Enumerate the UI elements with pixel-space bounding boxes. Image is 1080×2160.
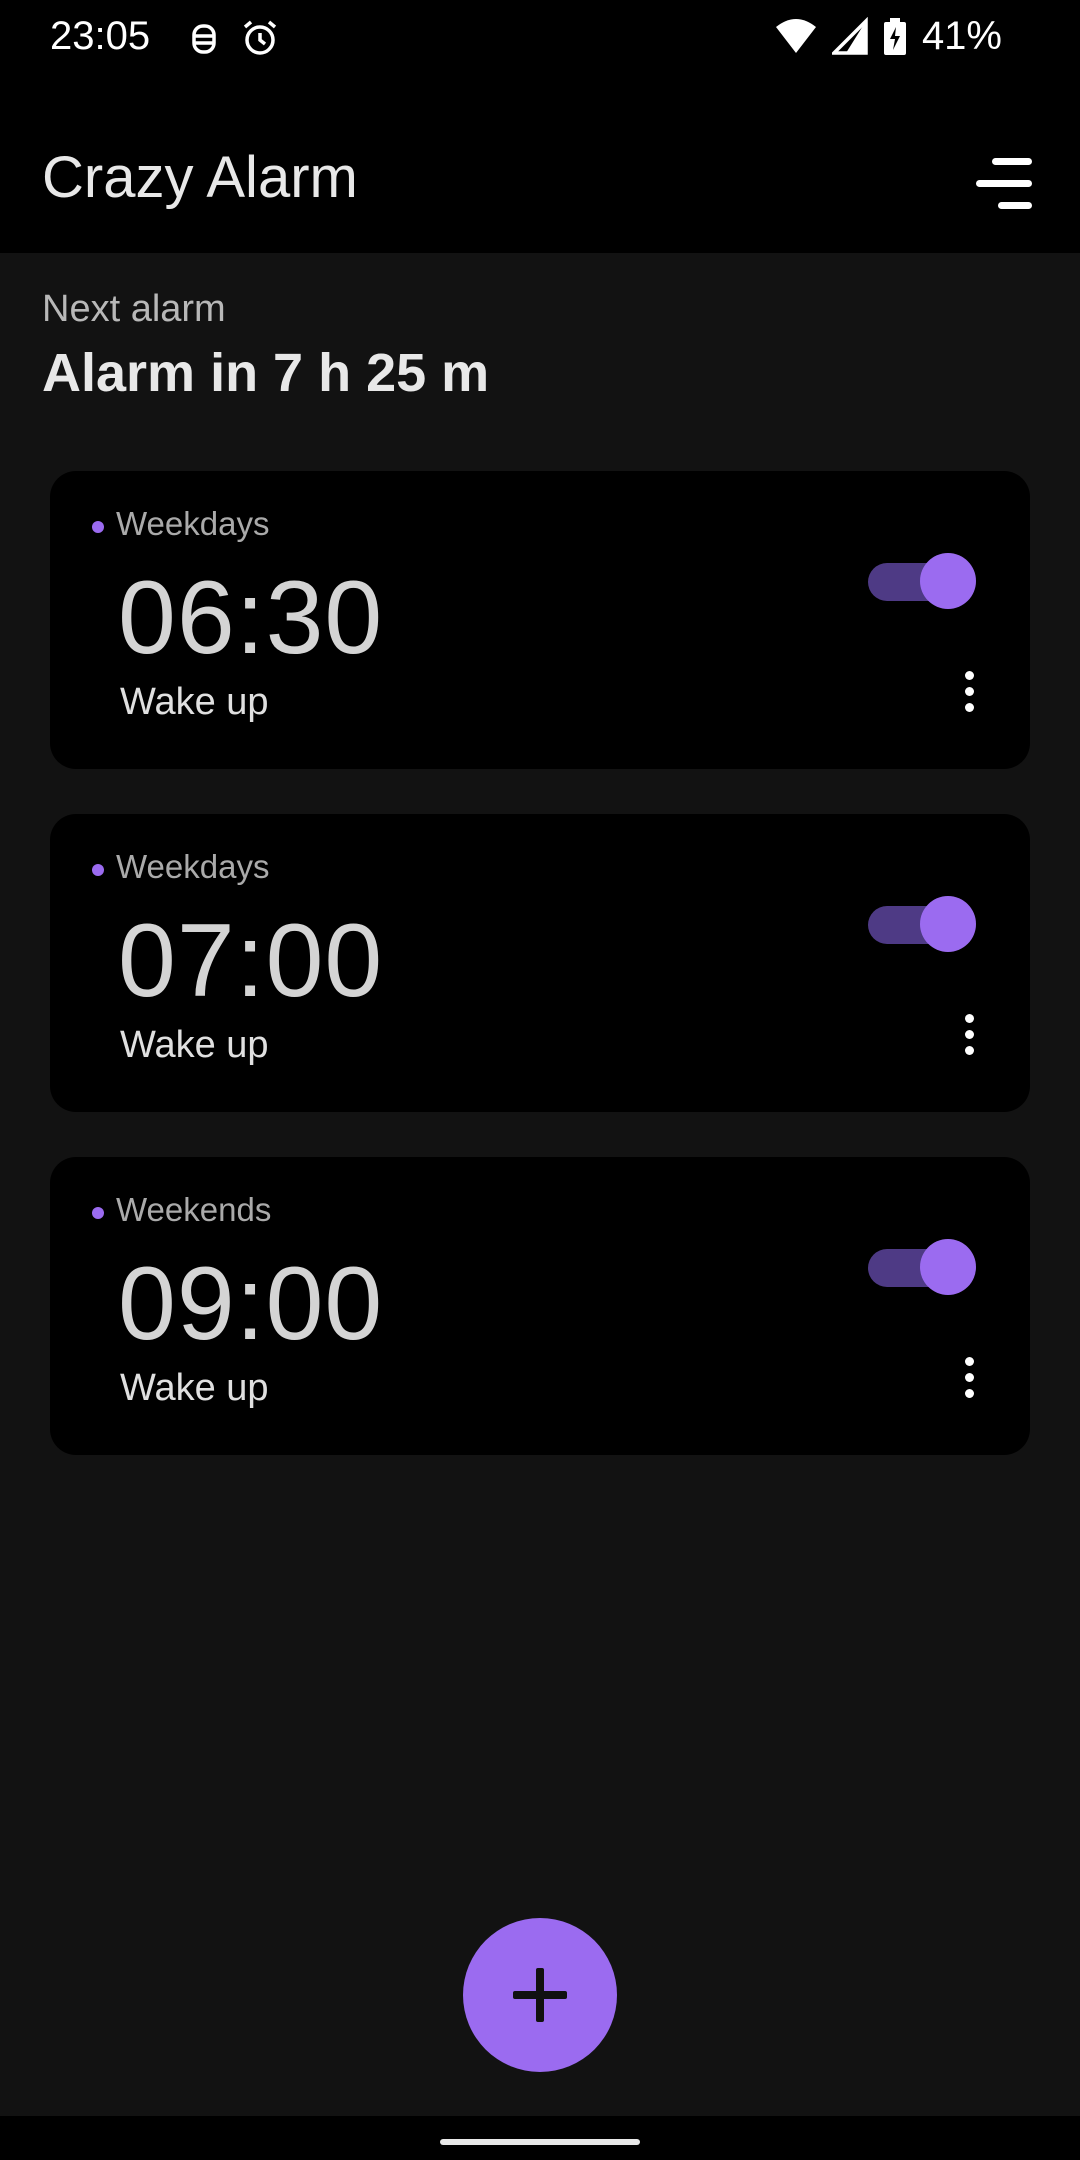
more-vert-icon-dot [965,1046,974,1055]
alarm-toggle[interactable] [862,551,978,611]
sort-menu-icon [992,158,1032,165]
alarm-label: Wake up [120,681,269,723]
more-vert-icon-dot [965,687,974,696]
sort-menu-icon-line-3 [998,202,1032,209]
alarm-time[interactable]: 07:00 [118,902,383,1021]
alarm-label: Wake up [120,1367,269,1409]
alarm-days: Weekdays [116,505,270,542]
next-alarm-value: Alarm in 7 h 25 m [42,343,490,403]
plus-icon-vertical [536,1968,544,2022]
cell-signal-icon [831,16,868,55]
status-bar: 23:05 41% [0,0,1080,78]
more-options-button[interactable] [950,1010,990,1060]
navigation-bar [0,2116,1080,2160]
alarm-card[interactable]: Weekends 09:00 Wake up [50,1157,1030,1455]
alarm-label: Wake up [120,1024,269,1066]
toggle-thumb [920,896,976,952]
more-options-button[interactable] [950,1353,990,1403]
alarm-toggle[interactable] [862,894,978,954]
toggle-thumb [920,1239,976,1295]
days-dot [92,1207,104,1219]
add-alarm-button[interactable] [463,1918,617,2072]
more-vert-icon-dot [965,1389,974,1398]
gesture-handle[interactable] [440,2139,640,2145]
battery-charging-icon [883,17,906,55]
app-title: Crazy Alarm [42,145,358,210]
alarm-time[interactable]: 06:30 [118,559,383,678]
more-vert-icon [965,671,974,680]
more-options-button[interactable] [950,667,990,717]
more-vert-icon [965,1014,974,1023]
toggle-thumb [920,553,976,609]
bug-icon [192,24,216,54]
alarm-clock-icon [243,20,277,55]
more-vert-icon-dot [965,1030,974,1039]
alarm-days: Weekdays [116,848,270,885]
more-vert-icon-dot [965,1373,974,1382]
wifi-icon [775,18,816,53]
alarm-time[interactable]: 09:00 [118,1245,383,1364]
sort-menu-button[interactable] [968,148,1040,220]
battery-percent: 41% [921,14,1002,58]
alarm-card[interactable]: Weekdays 07:00 Wake up [50,814,1030,1112]
more-vert-icon [965,1357,974,1366]
next-alarm-label: Next alarm [42,288,226,330]
more-vert-icon-dot [965,703,974,712]
status-right-cluster: 41% [774,14,1002,59]
days-dot [92,521,104,533]
days-dot [92,864,104,876]
status-time: 23:05 [50,14,151,58]
app-bar: Crazy Alarm [0,78,1080,253]
alarm-card[interactable]: Weekdays 06:30 Wake up [50,471,1030,769]
alarm-toggle[interactable] [862,1237,978,1297]
alarm-days: Weekends [116,1191,272,1228]
sort-menu-icon-line-2 [976,180,1032,187]
